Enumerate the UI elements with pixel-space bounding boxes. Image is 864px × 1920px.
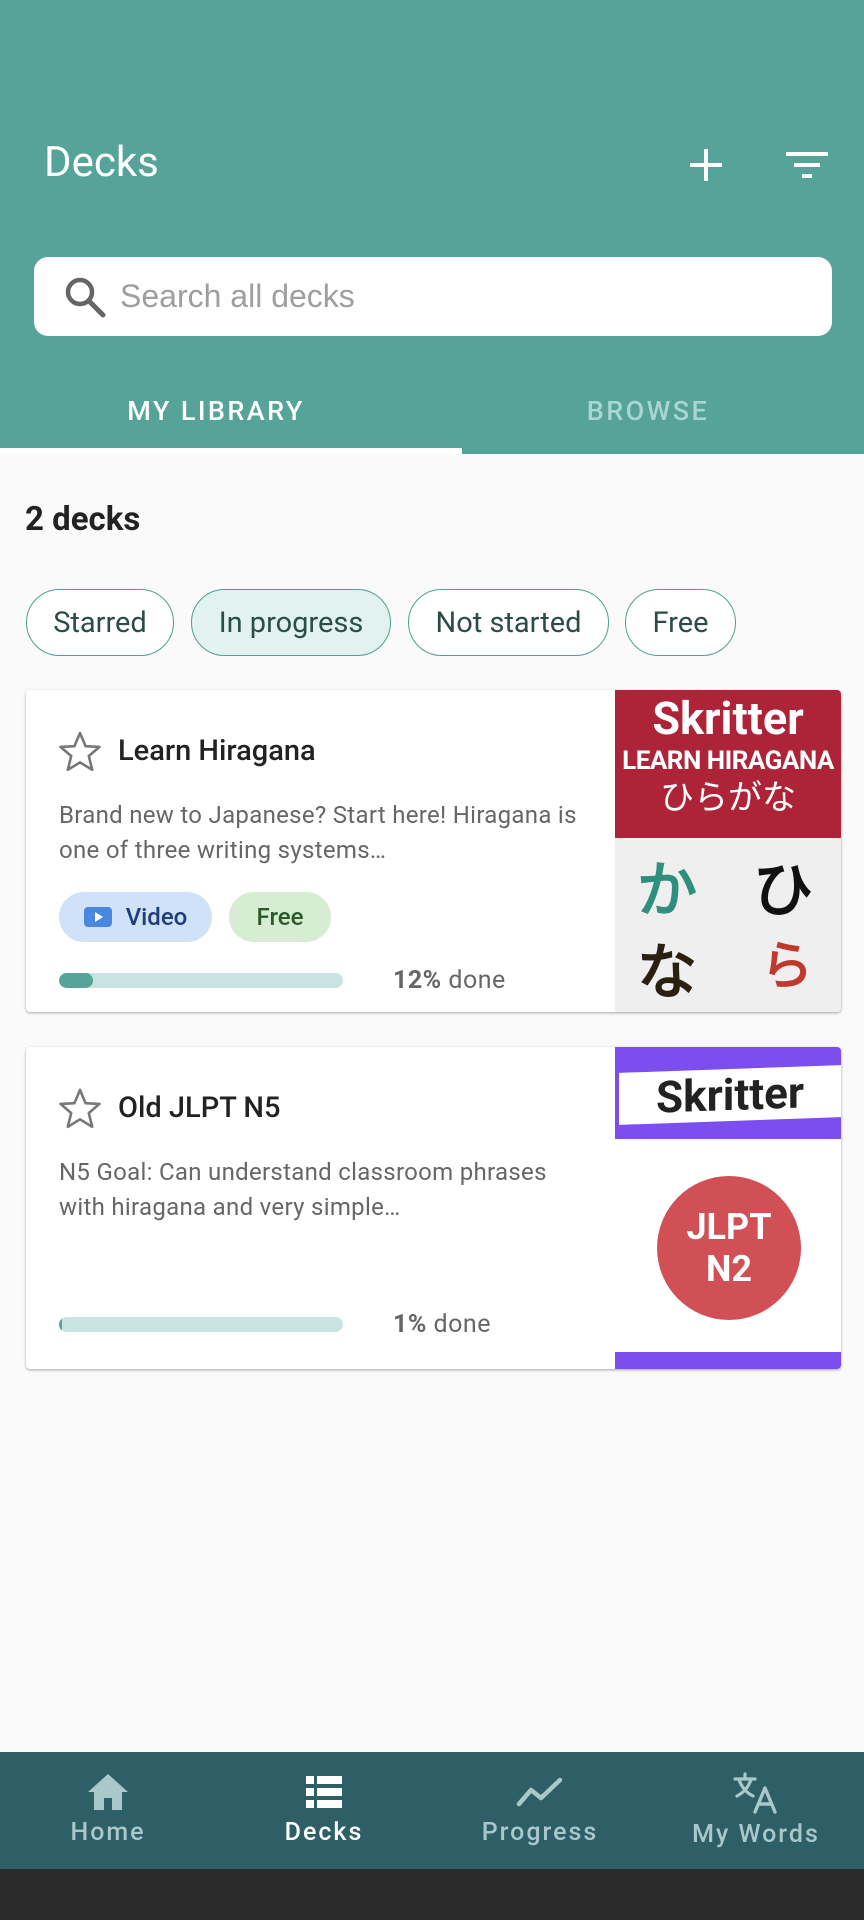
star-icon[interactable] — [58, 1087, 102, 1131]
search-icon — [65, 277, 106, 317]
home-icon — [88, 1774, 128, 1810]
nav-decks-label: Decks — [284, 1818, 364, 1847]
deck-card[interactable]: Old JLPT N5 N5 Goal: Can understand clas… — [26, 1047, 841, 1369]
deck-thumbnail: Skritter JLPT N2 — [615, 1047, 841, 1369]
kana-ra: ら — [761, 937, 814, 997]
progress-suffix: done — [426, 1310, 491, 1339]
video-tag-label: Video — [125, 903, 188, 931]
system-navigation-bar — [0, 1869, 864, 1920]
plus-icon — [690, 149, 722, 181]
progress-percent: 1% — [393, 1310, 427, 1339]
progress-suffix: done — [441, 966, 506, 995]
deck-title: Old JLPT N5 — [118, 1091, 281, 1125]
nav-my-words[interactable]: My Words — [648, 1752, 864, 1869]
thumbnail-artwork: か ひ な ら — [615, 838, 841, 1012]
filter-chip-starred[interactable]: Starred — [26, 589, 174, 656]
progress-fill — [59, 1317, 62, 1332]
progress-text: 1% done — [393, 1310, 491, 1339]
decks-icon — [306, 1776, 342, 1808]
page-title: Decks — [44, 138, 159, 187]
add-deck-button[interactable] — [671, 130, 741, 200]
search-bar[interactable] — [34, 257, 832, 336]
search-input[interactable] — [120, 278, 832, 315]
deck-thumbnail: Skritter LEARN HIRAGANA ひらがな か ひ な ら — [615, 690, 841, 1012]
nav-progress[interactable]: Progress — [432, 1752, 648, 1869]
kana-hi: ひ — [753, 856, 813, 926]
filter-button[interactable] — [772, 130, 842, 200]
jlpt-badge-line2: N2 — [705, 1248, 753, 1290]
app-header: Decks MY LIBRARY BROWSE — [0, 0, 864, 454]
jlpt-badge: JLPT N2 — [657, 1176, 801, 1320]
progress-percent: 12% — [393, 966, 442, 995]
thumbnail-subtitle: LEARN HIRAGANA — [622, 746, 834, 776]
deck-description: Brand new to Japanese? Start here! Hirag… — [59, 801, 577, 864]
thumbnail-footer-bar — [615, 1352, 841, 1369]
nav-home[interactable]: Home — [0, 1752, 216, 1869]
nav-decks[interactable]: Decks — [216, 1752, 432, 1869]
jlpt-badge-line1: JLPT — [686, 1206, 772, 1248]
thumbnail-kana: ひらがな — [660, 778, 796, 818]
star-icon[interactable] — [58, 730, 102, 774]
tab-my-library[interactable]: MY LIBRARY — [0, 384, 432, 438]
thumbnail-brand: Skritter — [619, 1065, 841, 1125]
progress-bar — [59, 1317, 343, 1332]
progress-text: 12% done — [393, 966, 506, 995]
active-tab-indicator — [0, 448, 462, 454]
thumbnail-banner: Skritter — [615, 1047, 841, 1139]
video-icon — [83, 907, 112, 927]
tab-browse[interactable]: BROWSE — [432, 384, 864, 438]
progress-bar — [59, 973, 343, 988]
thumbnail-banner: Skritter LEARN HIRAGANA ひらがな — [615, 690, 841, 838]
kana-ka: か — [637, 856, 697, 926]
progress-fill — [59, 973, 94, 988]
deck-description: N5 Goal: Can understand classroom phrase… — [59, 1158, 547, 1221]
nav-progress-label: Progress — [481, 1818, 599, 1847]
filter-chip-free[interactable]: Free — [625, 589, 736, 656]
bottom-navigation: Home Decks Progress My Words — [0, 1752, 864, 1869]
thumbnail-brand: Skritter — [652, 692, 804, 745]
deck-card[interactable]: Learn Hiragana Brand new to Japanese? St… — [26, 690, 841, 1012]
kana-na: な — [637, 938, 697, 1008]
filter-icon — [786, 152, 828, 178]
nav-home-label: Home — [70, 1818, 146, 1847]
progress-icon — [516, 1777, 563, 1807]
translate-icon — [733, 1772, 777, 1814]
filter-chip-not-started[interactable]: Not started — [408, 589, 609, 656]
deck-count: 2 decks — [25, 500, 141, 539]
filter-chip-in-progress[interactable]: In progress — [191, 589, 391, 656]
nav-my-words-label: My Words — [692, 1820, 820, 1849]
video-tag: Video — [59, 892, 212, 942]
free-tag: Free — [229, 892, 331, 942]
deck-title: Learn Hiragana — [118, 734, 316, 768]
